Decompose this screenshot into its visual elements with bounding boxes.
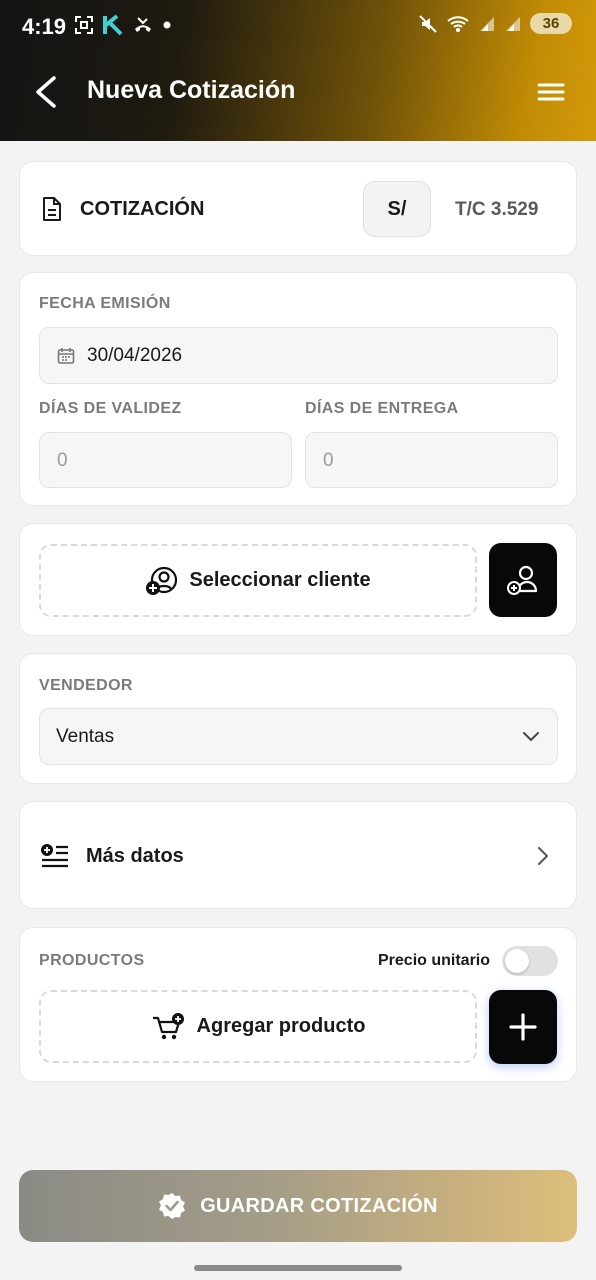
missed-call-icon xyxy=(135,17,151,32)
verified-badge-icon xyxy=(159,1193,186,1219)
add-product-label: Agregar producto xyxy=(196,1015,366,1037)
fecha-emision-label: FECHA EMISIÓN xyxy=(39,295,171,312)
currency-label: S/ xyxy=(387,197,407,220)
client-card: Seleccionar cliente xyxy=(19,523,577,636)
dias-validez-placeholder: 0 xyxy=(57,450,68,471)
more-data-label: Más datos xyxy=(86,845,184,867)
document-icon xyxy=(43,197,61,221)
wifi-icon xyxy=(447,15,469,32)
dias-validez-label: DÍAS DE VALIDEZ xyxy=(39,400,182,417)
fecha-emision-field[interactable]: 30/04/2026 xyxy=(39,327,558,384)
calendar-icon xyxy=(57,348,75,364)
hamburger-menu-button[interactable] xyxy=(536,80,566,104)
app-header: 4:19 36 Nueva Cotización xyxy=(0,0,596,141)
dates-card: FECHA EMISIÓN 30/04/2026 DÍAS DE VALIDEZ… xyxy=(19,272,577,506)
dias-entrega-placeholder: 0 xyxy=(323,450,334,471)
status-left-icons xyxy=(74,14,172,36)
back-button[interactable] xyxy=(30,74,64,110)
add-to-cart-icon xyxy=(152,1012,184,1039)
app-k-icon xyxy=(103,14,123,36)
select-client-button[interactable]: Seleccionar cliente xyxy=(39,544,477,617)
productos-label: PRODUCTOS xyxy=(39,952,145,969)
new-client-button[interactable] xyxy=(489,543,557,617)
notification-dot-icon xyxy=(163,21,171,29)
dias-validez-input[interactable]: 0 xyxy=(39,432,292,488)
add-list-icon xyxy=(41,844,68,868)
precio-unitario-toggle[interactable] xyxy=(502,946,558,976)
vendedor-value: Ventas xyxy=(56,726,115,747)
document-type-label: COTIZACIÓN xyxy=(80,198,205,220)
currency-button[interactable]: S/ xyxy=(363,181,431,237)
document-type-card: COTIZACIÓN S/ T/C 3.529 xyxy=(19,161,577,256)
add-user-icon xyxy=(146,566,178,595)
dias-entrega-label: DÍAS DE ENTREGA xyxy=(305,400,459,417)
page-title: Nueva Cotización xyxy=(87,76,296,104)
products-card: PRODUCTOS Precio unitario Agregar produc… xyxy=(19,927,577,1082)
plus-icon xyxy=(509,1013,537,1041)
signal-icon-2 xyxy=(506,16,520,31)
home-indicator[interactable] xyxy=(194,1265,402,1271)
select-client-label: Seleccionar cliente xyxy=(189,569,371,591)
status-time: 4:19 xyxy=(22,14,67,39)
chevron-right-icon xyxy=(538,847,549,865)
toggle-knob xyxy=(505,949,529,973)
chevron-down-icon xyxy=(523,732,539,742)
fecha-emision-value: 30/04/2026 xyxy=(87,345,183,366)
screenshot-icon xyxy=(75,16,93,34)
add-person-icon xyxy=(507,565,538,595)
add-product-plus-button[interactable] xyxy=(489,990,557,1064)
vendedor-select[interactable]: Ventas xyxy=(39,708,558,765)
status-right-icons: 36 xyxy=(418,13,572,34)
battery-indicator: 36 xyxy=(530,13,572,34)
status-bar: 4:19 36 xyxy=(0,0,596,52)
add-product-button[interactable]: Agregar producto xyxy=(39,990,477,1063)
mute-icon xyxy=(419,14,437,33)
precio-unitario-label: Precio unitario xyxy=(378,952,491,969)
more-data-row[interactable]: Más datos xyxy=(19,801,577,909)
save-quote-button[interactable]: GUARDAR COTIZACIÓN xyxy=(19,1170,577,1242)
dias-entrega-input[interactable]: 0 xyxy=(305,432,558,488)
exchange-rate: T/C 3.529 xyxy=(455,199,539,220)
signal-icon-1 xyxy=(480,16,494,31)
vendedor-label: VENDEDOR xyxy=(39,677,133,694)
seller-card: VENDEDOR Ventas xyxy=(19,653,577,784)
save-quote-label: GUARDAR COTIZACIÓN xyxy=(200,1194,438,1217)
